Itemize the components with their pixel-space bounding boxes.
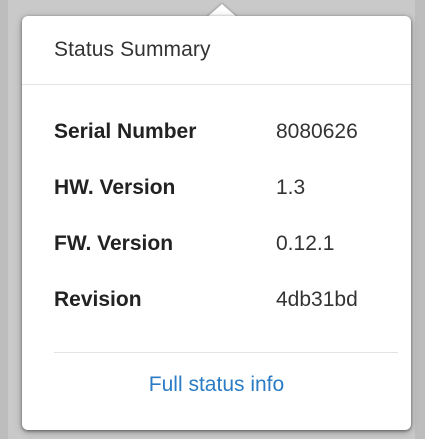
- status-summary-popover: Status Summary Serial Number 8080626 HW.…: [22, 16, 411, 430]
- info-value: 4db31bd: [276, 288, 358, 311]
- info-label: FW. Version: [54, 232, 174, 255]
- backdrop-edge-left: [0, 0, 8, 439]
- info-value: 1.3: [276, 176, 306, 199]
- info-label: Revision: [54, 288, 142, 311]
- info-value: 8080626: [276, 120, 358, 143]
- info-row-fw-version: FW. Version 0.12.1: [54, 232, 358, 288]
- popover-title: Status Summary: [54, 38, 211, 61]
- status-info-table: Serial Number 8080626 HW. Version 1.3 FW…: [54, 120, 358, 344]
- info-row-revision: Revision 4db31bd: [54, 288, 358, 344]
- info-value: 0.12.1: [276, 232, 335, 255]
- popover-header: Status Summary: [22, 16, 411, 85]
- footer-divider: [54, 352, 398, 353]
- info-row-hw-version: HW. Version 1.3: [54, 176, 358, 232]
- info-label: HW. Version: [54, 176, 176, 199]
- info-row-serial-number: Serial Number 8080626: [54, 120, 358, 176]
- backdrop-edge-right: [415, 0, 425, 439]
- full-status-info-link[interactable]: Full status info: [22, 373, 411, 397]
- info-label: Serial Number: [54, 120, 197, 143]
